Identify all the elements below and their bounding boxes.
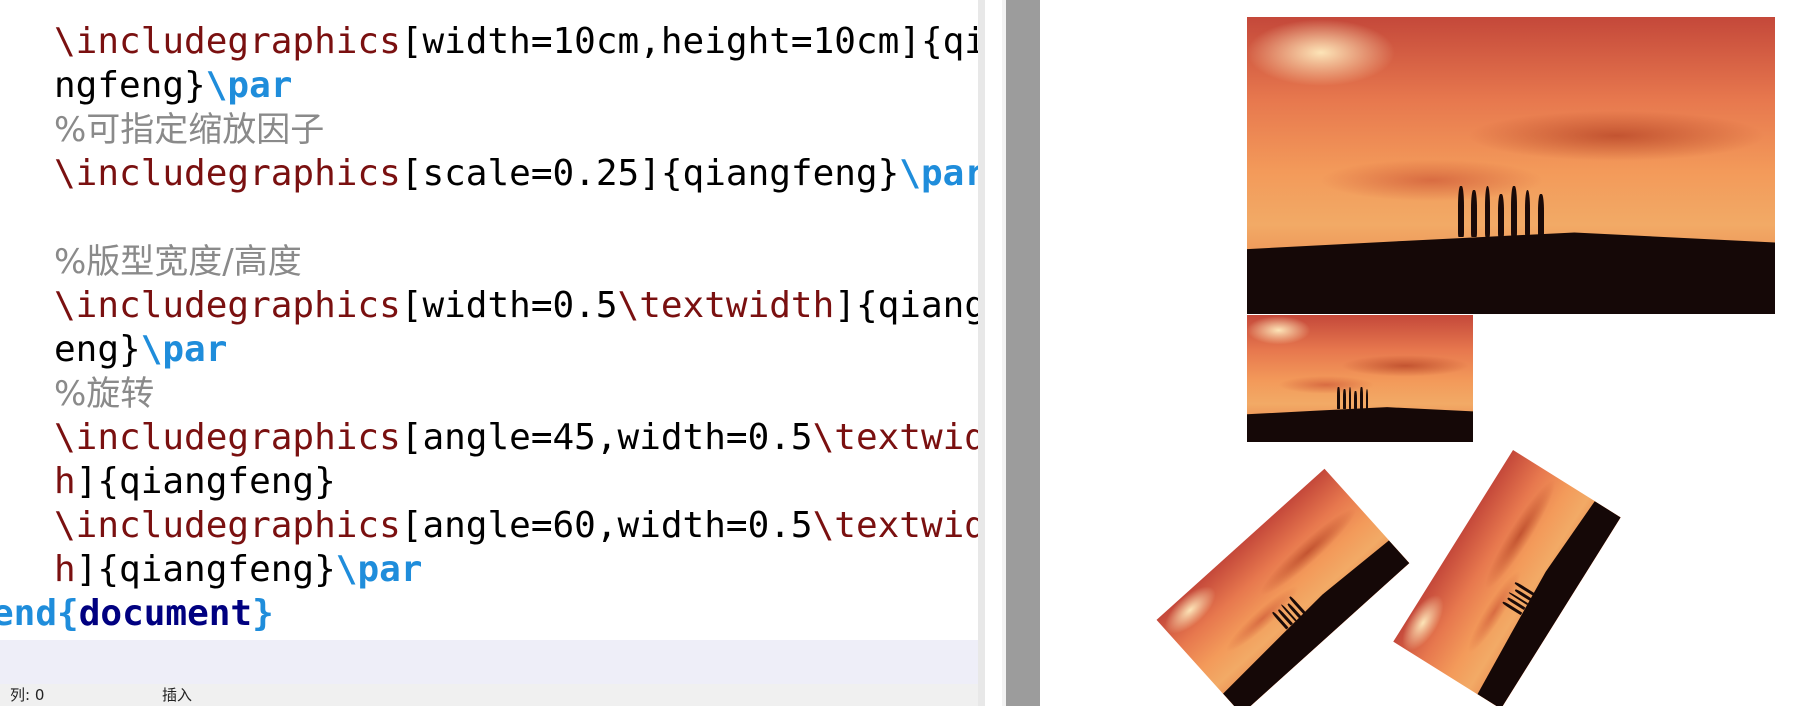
code-line[interactable]: \includegraphics[scale=0.25]{qiangfeng}\… — [0, 152, 985, 196]
code-line[interactable]: ​ — [0, 196, 985, 240]
silhouette — [1337, 387, 1340, 409]
code-token-cmd: \includegraphics — [54, 153, 401, 194]
code-token-par: \par — [205, 65, 293, 106]
code-line[interactable]: %可指定缩放因子 — [0, 108, 985, 152]
code-line[interactable]: \includegraphics[width=10cm,height=10cm]… — [0, 20, 985, 64]
code-lines[interactable]: \includegraphics[width=10cm,height=10cm]… — [0, 20, 985, 636]
code-token-cmt: %版型宽度/高度 — [54, 242, 302, 282]
silhouette — [1354, 390, 1357, 409]
code-token-txt: [angle=45,width=0.5 — [400, 417, 813, 458]
code-token-par: \par — [899, 153, 985, 194]
silhouette — [1537, 193, 1544, 237]
preview-image-rotated-45 — [1156, 468, 1410, 706]
silhouettes — [1458, 186, 1648, 237]
code-line[interactable]: ngfeng}\par — [0, 64, 985, 108]
code-token-txt: [width=0.5 — [400, 285, 618, 326]
code-line[interactable]: \includegraphics[angle=60,width=0.5\text… — [0, 504, 985, 548]
status-bar: 列: 0 插入 — [0, 684, 978, 706]
code-token-cmd: \includegraphics — [54, 417, 401, 458]
current-line-highlight — [0, 640, 978, 684]
code-token-cmd: \includegraphics — [54, 505, 401, 546]
code-editor[interactable]: \includegraphics[width=10cm,height=10cm]… — [0, 0, 985, 706]
code-token-cmt: %可指定缩放因子 — [54, 110, 325, 150]
silhouette — [1348, 387, 1352, 409]
preview-image-scaled — [1247, 315, 1473, 442]
hillside — [1471, 498, 1621, 706]
pane-splitter[interactable] — [1006, 0, 1040, 706]
code-token-cmd: \textwidt — [812, 505, 985, 546]
code-token-txt: ]{qiangf — [834, 285, 985, 326]
code-token-cmt: %旋转 — [54, 374, 155, 414]
code-token-par: \par — [140, 329, 228, 370]
silhouette — [1458, 186, 1464, 237]
silhouette — [1365, 389, 1369, 409]
silhouette — [1524, 190, 1531, 237]
vertical-scrollbar[interactable] — [978, 0, 985, 706]
silhouette — [1484, 186, 1491, 237]
status-insert-mode: 插入 — [162, 686, 193, 704]
code-token-txt: [scale=0.25]{qiangfeng} — [400, 153, 900, 194]
code-token-cmd: \includegraphics — [54, 285, 401, 326]
hillside — [1247, 407, 1473, 442]
code-token-arg: document — [78, 593, 253, 634]
hillside — [1218, 537, 1410, 706]
code-line[interactable]: eng}\par — [0, 328, 985, 372]
code-token-txt: ]{qiangfeng} — [75, 461, 336, 502]
silhouette — [1360, 387, 1363, 409]
code-token-env: end — [0, 593, 58, 634]
silhouettes — [1337, 387, 1418, 409]
code-token-txt: [angle=60,width=0.5 — [400, 505, 813, 546]
code-line[interactable]: h]{qiangfeng} — [0, 460, 985, 504]
code-line[interactable]: \includegraphics[width=0.5\textwidth]{qi… — [0, 284, 985, 328]
code-token-txt: ngfeng} — [54, 65, 206, 106]
code-line[interactable]: end{document} — [0, 592, 985, 636]
code-token-txt: ]{qiangfeng} — [75, 549, 336, 590]
code-line[interactable]: \includegraphics[angle=45,width=0.5\text… — [0, 416, 985, 460]
silhouette — [1343, 389, 1346, 409]
status-column: 列: 0 — [10, 686, 45, 704]
hillside — [1247, 232, 1775, 314]
silhouette — [1498, 193, 1504, 237]
preview-image-10cm — [1247, 17, 1775, 314]
code-line[interactable]: h]{qiangfeng}\par — [0, 548, 985, 592]
code-token-txt: eng} — [54, 329, 141, 370]
silhouette — [1511, 186, 1517, 237]
code-token-env: { — [57, 593, 79, 634]
code-line[interactable]: %旋转 — [0, 372, 985, 416]
preview-image-rotated-60 — [1393, 450, 1621, 706]
code-token-par: \par — [335, 549, 423, 590]
code-token-cmd: h — [54, 461, 76, 502]
silhouette — [1471, 190, 1478, 237]
code-token-cmd: \textwidt — [812, 417, 985, 458]
pdf-preview[interactable] — [1040, 0, 1817, 706]
code-token-cmd: \includegraphics — [54, 21, 401, 62]
code-token-env: } — [252, 593, 274, 634]
code-token-cmd: \textwidth — [617, 285, 835, 326]
code-line[interactable]: %版型宽度/高度 — [0, 240, 985, 284]
code-token-cmd: h — [54, 549, 76, 590]
code-token-txt: [width=10cm,height=10cm]{qia — [400, 21, 985, 62]
